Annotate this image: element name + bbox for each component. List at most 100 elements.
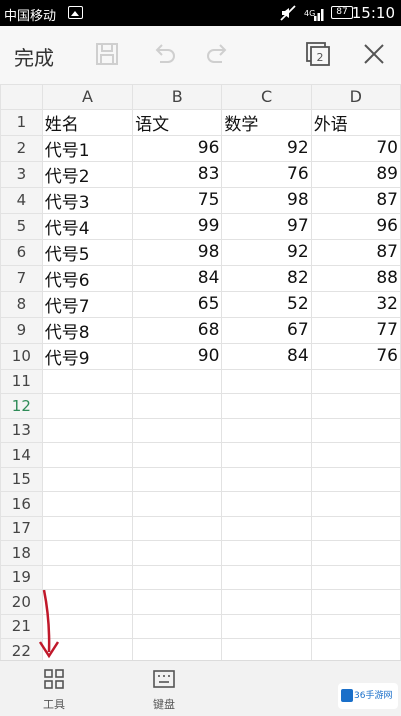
cell-a[interactable]: 姓名 [41, 108, 134, 136]
cell-d[interactable]: 87 [310, 238, 401, 266]
cell-c[interactable]: 52 [221, 290, 312, 318]
select-all-corner[interactable] [0, 84, 43, 110]
cell-a[interactable] [41, 417, 134, 443]
row-header[interactable]: 6 [0, 238, 43, 266]
row-header[interactable]: 17 [0, 515, 43, 541]
cell-c[interactable]: 97 [221, 212, 312, 240]
cell-b[interactable] [132, 393, 223, 419]
cell-d[interactable] [310, 491, 401, 517]
tools-button[interactable]: 工具 [24, 667, 84, 715]
row-header[interactable]: 5 [0, 212, 43, 240]
row-header[interactable]: 3 [0, 160, 43, 188]
row-header[interactable]: 2 [0, 134, 43, 162]
cell-a[interactable] [41, 466, 134, 492]
cell-a[interactable] [41, 393, 134, 419]
cell-c[interactable] [221, 466, 312, 492]
done-button[interactable]: 完成 [14, 42, 54, 71]
cell-a[interactable]: 代号4 [41, 212, 134, 240]
cell-a[interactable] [41, 442, 134, 468]
row-header[interactable]: 19 [0, 564, 43, 590]
cell-d[interactable]: 32 [310, 290, 401, 318]
cell-d[interactable]: 外语 [310, 108, 401, 136]
row-header[interactable]: 14 [0, 442, 43, 468]
cell-b[interactable]: 99 [132, 212, 223, 240]
cell-a[interactable]: 代号2 [41, 160, 134, 188]
cell-d[interactable] [310, 368, 401, 394]
cell-d[interactable] [310, 442, 401, 468]
cell-c[interactable] [221, 589, 312, 615]
save-icon[interactable] [93, 40, 121, 68]
cell-a[interactable] [41, 515, 134, 541]
column-header[interactable]: B [132, 84, 223, 110]
column-header[interactable]: C [221, 84, 312, 110]
cell-b[interactable] [132, 564, 223, 590]
cell-b[interactable] [132, 515, 223, 541]
row-header[interactable]: 1 [0, 108, 43, 136]
cell-d[interactable] [310, 589, 401, 615]
cell-d[interactable]: 76 [310, 342, 401, 370]
cell-c[interactable] [221, 368, 312, 394]
cell-b[interactable]: 90 [132, 342, 223, 370]
close-icon[interactable] [360, 40, 388, 68]
column-header[interactable]: D [310, 84, 401, 110]
cell-c[interactable]: 数学 [221, 108, 312, 136]
cell-c[interactable] [221, 515, 312, 541]
cell-c[interactable]: 84 [221, 342, 312, 370]
cell-c[interactable]: 67 [221, 316, 312, 344]
row-header[interactable]: 18 [0, 540, 43, 566]
cell-a[interactable]: 代号8 [41, 316, 134, 344]
keyboard-button[interactable]: 键盘 [134, 667, 194, 715]
undo-icon[interactable] [150, 40, 178, 68]
cell-a[interactable] [41, 564, 134, 590]
cell-d[interactable] [310, 466, 401, 492]
cell-d[interactable]: 96 [310, 212, 401, 240]
cell-d[interactable] [310, 417, 401, 443]
row-header[interactable]: 13 [0, 417, 43, 443]
cell-a[interactable] [41, 491, 134, 517]
cell-b[interactable] [132, 589, 223, 615]
cell-c[interactable]: 82 [221, 264, 312, 292]
cell-d[interactable]: 77 [310, 316, 401, 344]
cell-b[interactable]: 83 [132, 160, 223, 188]
cell-b[interactable] [132, 540, 223, 566]
cell-d[interactable]: 87 [310, 186, 401, 214]
cell-d[interactable] [310, 393, 401, 419]
cell-b[interactable] [132, 466, 223, 492]
cell-b[interactable]: 65 [132, 290, 223, 318]
cell-b[interactable]: 语文 [132, 108, 223, 136]
row-header[interactable]: 8 [0, 290, 43, 318]
cell-c[interactable] [221, 564, 312, 590]
cell-c[interactable]: 76 [221, 160, 312, 188]
column-header[interactable]: A [41, 84, 134, 110]
redo-icon[interactable] [204, 40, 232, 68]
cell-c[interactable] [221, 393, 312, 419]
cell-d[interactable]: 89 [310, 160, 401, 188]
cell-b[interactable]: 98 [132, 238, 223, 266]
cell-c[interactable] [221, 613, 312, 639]
row-header[interactable]: 16 [0, 491, 43, 517]
cell-d[interactable] [310, 564, 401, 590]
cell-b[interactable] [132, 491, 223, 517]
cell-c[interactable] [221, 540, 312, 566]
cell-c[interactable] [221, 442, 312, 468]
cell-c[interactable] [221, 491, 312, 517]
cell-d[interactable] [310, 613, 401, 639]
cell-b[interactable] [132, 417, 223, 443]
row-header[interactable]: 10 [0, 342, 43, 370]
cell-d[interactable]: 88 [310, 264, 401, 292]
cell-d[interactable] [310, 515, 401, 541]
cell-b[interactable] [132, 613, 223, 639]
cell-a[interactable] [41, 540, 134, 566]
cell-b[interactable]: 84 [132, 264, 223, 292]
sheets-icon[interactable]: 2 [304, 40, 332, 68]
cell-d[interactable]: 70 [310, 134, 401, 162]
row-header[interactable]: 11 [0, 368, 43, 394]
cell-a[interactable]: 代号7 [41, 290, 134, 318]
cell-a[interactable]: 代号1 [41, 134, 134, 162]
row-header[interactable]: 9 [0, 316, 43, 344]
cell-c[interactable]: 92 [221, 238, 312, 266]
cell-c[interactable] [221, 417, 312, 443]
cell-a[interactable]: 代号3 [41, 186, 134, 214]
row-header[interactable]: 7 [0, 264, 43, 292]
cell-a[interactable] [41, 368, 134, 394]
